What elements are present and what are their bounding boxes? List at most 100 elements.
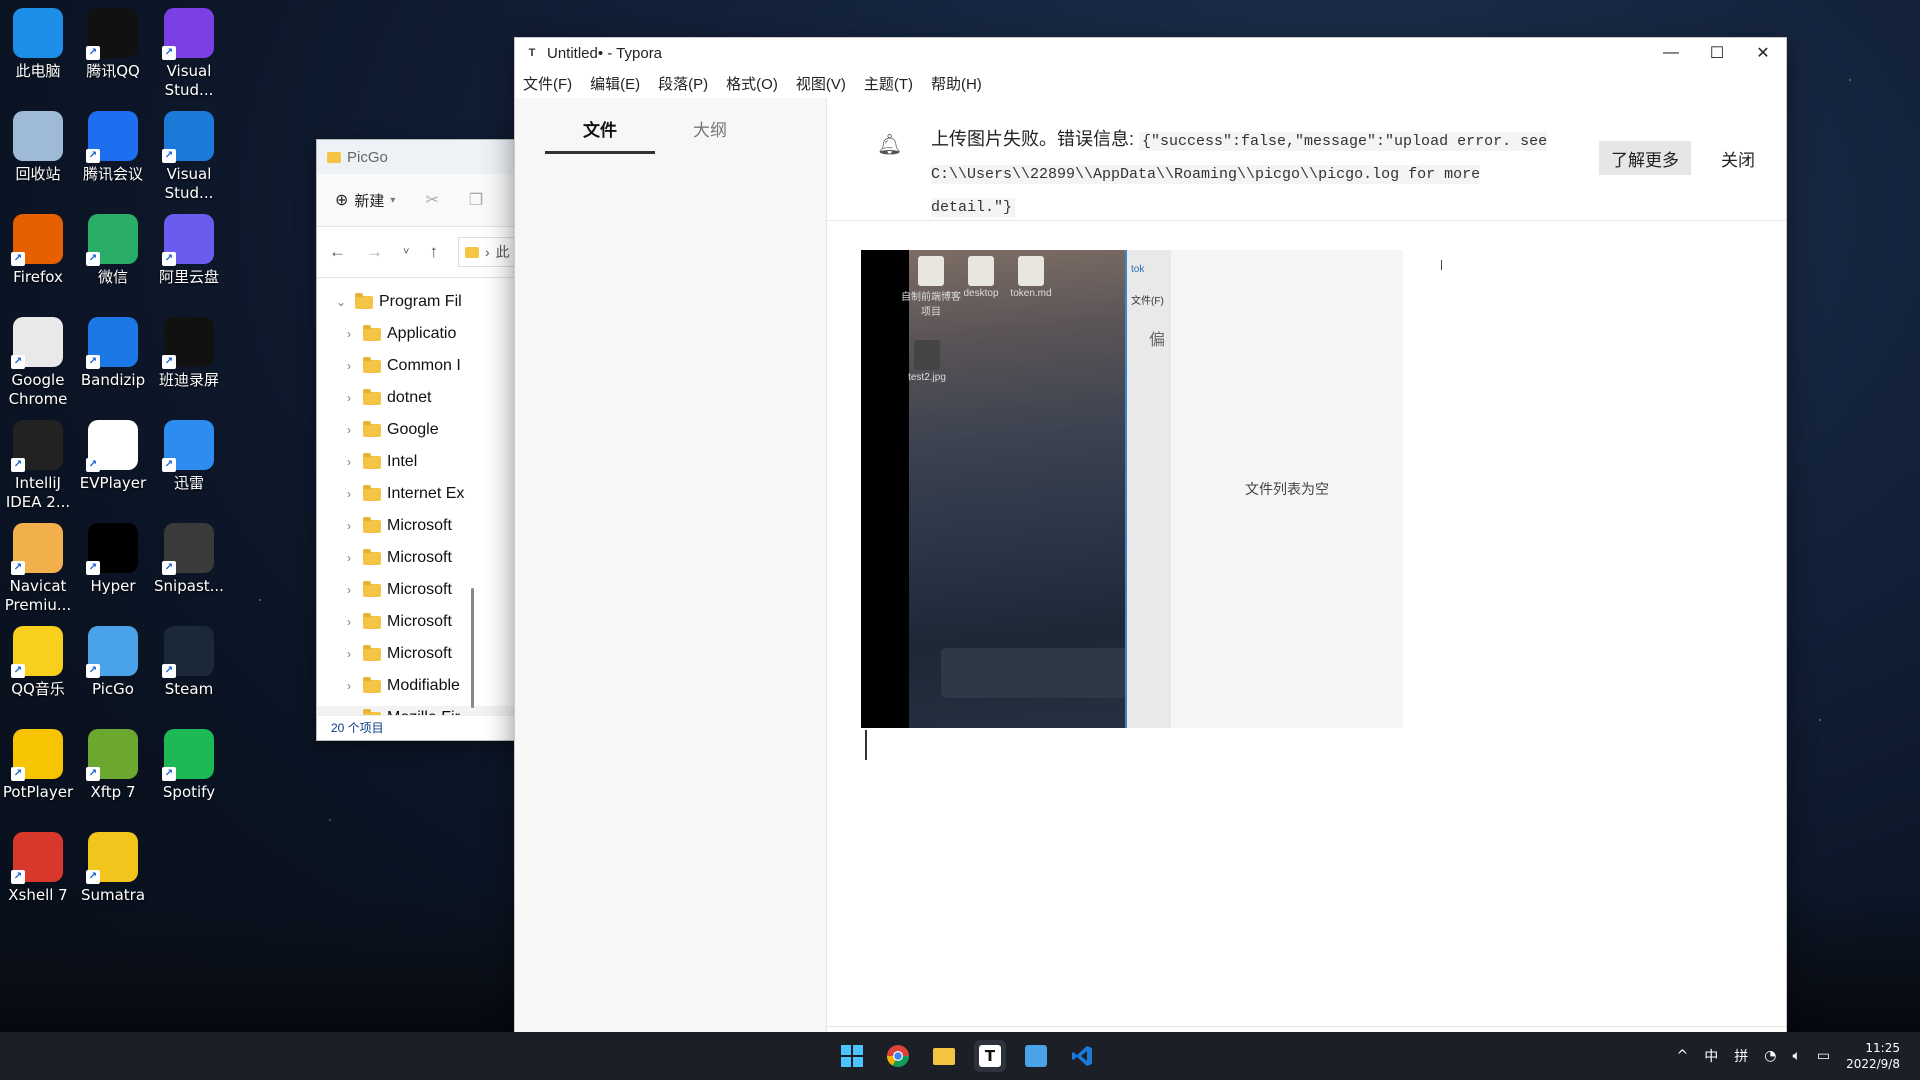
desktop-icon[interactable]: 回收站 xyxy=(2,111,74,184)
menu-item[interactable]: 编辑(E) xyxy=(590,73,640,94)
app-icon: ↗ xyxy=(11,214,63,266)
desktop-icon[interactable]: ↗ 阿里云盘 xyxy=(153,214,225,287)
taskbar: T ^ 中 拼 ◔ 🔈︎ ▭ 11:25 2022/9/8 xyxy=(0,1032,1920,1080)
chrome-icon[interactable] xyxy=(882,1040,914,1072)
explorer-titlebar[interactable]: PicGo xyxy=(317,140,517,174)
cut-icon[interactable]: ✂ xyxy=(425,190,438,210)
tree-item[interactable]: › Google xyxy=(317,414,517,446)
address-bar[interactable]: › 此 xyxy=(457,237,517,267)
chevron-right-icon[interactable]: › xyxy=(341,519,357,533)
desktop-icon[interactable]: ↗ Xshell 7 xyxy=(2,832,74,905)
chevron-right-icon[interactable]: › xyxy=(341,679,357,693)
desktop-icon[interactable]: ↗ Navicat Premiu... xyxy=(2,523,74,615)
tree-item[interactable]: › Microsoft xyxy=(317,638,517,670)
menu-item[interactable]: 视图(V) xyxy=(796,73,846,94)
desktop-icon[interactable]: ↗ 腾讯会议 xyxy=(77,111,149,184)
windows-start-icon[interactable] xyxy=(836,1040,868,1072)
desktop-icon[interactable]: ↗ 腾讯QQ xyxy=(77,8,149,81)
desktop-icon[interactable]: ↗ Spotify xyxy=(153,729,225,802)
typora-titlebar[interactable]: T Untitled• - Typora — ☐ ✕ xyxy=(515,38,1786,68)
desktop-icon[interactable]: ↗ 微信 xyxy=(77,214,149,287)
desktop-icon-label: Navicat Premiu... xyxy=(4,577,72,614)
desktop-icon[interactable]: 此电脑 xyxy=(2,8,74,81)
tree-item[interactable]: › dotnet xyxy=(317,382,517,414)
desktop-icon[interactable]: ↗ Visual Stud... xyxy=(153,111,225,203)
learn-more-button[interactable]: 了解更多 xyxy=(1599,141,1691,175)
chevron-right-icon[interactable]: › xyxy=(341,391,357,405)
notification-message: 上传图片失败。错误信息: {"success":false,"message":… xyxy=(931,124,1571,223)
chevron-right-icon[interactable]: › xyxy=(341,359,357,373)
close-notification-button[interactable]: 关闭 xyxy=(1713,141,1763,175)
embedded-screenshot-image[interactable]: 自制前端博客项目 desktop token.md test2.jpg tok xyxy=(861,250,1403,728)
menu-item[interactable]: 段落(P) xyxy=(658,73,708,94)
back-icon[interactable]: ← xyxy=(329,242,346,262)
desktop-icon[interactable]: ↗ Google Chrome xyxy=(2,317,74,409)
chevron-down-icon[interactable]: ⌄ xyxy=(333,295,349,309)
tree-item[interactable]: › Applicatio xyxy=(317,318,517,350)
desktop-icon[interactable]: ↗ IntelliJ IDEA 2... xyxy=(2,420,74,512)
folder-icon xyxy=(933,1047,955,1065)
tree-item[interactable]: ⌄ Program Fil xyxy=(317,286,517,318)
desktop-icon[interactable]: ↗ EVPlayer xyxy=(77,420,149,493)
picgo-taskbar-icon[interactable] xyxy=(1020,1040,1052,1072)
tab-files[interactable]: 文件 xyxy=(545,116,655,154)
desktop-icon[interactable]: ↗ Bandizip xyxy=(77,317,149,390)
desktop-icon[interactable]: ↗ Steam xyxy=(153,626,225,699)
file-explorer-window[interactable]: PicGo ⊕ 新建 ▾ ✂ ❐ ← → ˅ ↑ › 此 ⌄ Program Fi… xyxy=(316,139,518,741)
desktop-icon[interactable]: ↗ Sumatra xyxy=(77,832,149,905)
up-icon[interactable]: ↑ xyxy=(429,242,438,262)
ime-indicator[interactable]: 拼 xyxy=(1734,1046,1748,1066)
volume-icon[interactable]: 🔈︎ xyxy=(1792,1048,1800,1064)
tree-item[interactable]: › Microsoft xyxy=(317,606,517,638)
desktop-icon[interactable]: ↗ PicGo xyxy=(77,626,149,699)
chevron-right-icon[interactable]: › xyxy=(341,487,357,501)
typora-taskbar-icon[interactable]: T xyxy=(974,1040,1006,1072)
desktop-icon[interactable]: ↗ Visual Stud... xyxy=(153,8,225,100)
desktop-icon[interactable]: ↗ 班迪录屏 xyxy=(153,317,225,390)
forward-icon[interactable]: → xyxy=(366,242,383,262)
desktop-icon[interactable]: ↗ Xftp 7 xyxy=(77,729,149,802)
ime-mode[interactable]: 中 xyxy=(1704,1046,1718,1066)
tree-item[interactable]: › Modifiable xyxy=(317,670,517,702)
editor-area[interactable]: 🔔︎ 上传图片失败。错误信息: {"success":false,"messag… xyxy=(827,98,1786,1033)
maximize-icon[interactable]: ☐ xyxy=(1694,38,1740,68)
menu-item[interactable]: 帮助(H) xyxy=(931,73,982,94)
new-button[interactable]: ⊕ 新建 ▾ xyxy=(335,190,395,211)
tree-item[interactable]: › Microsoft xyxy=(317,574,517,606)
vscode-taskbar-icon[interactable] xyxy=(1066,1040,1098,1072)
wifi-icon[interactable]: ◔ xyxy=(1764,1048,1776,1064)
tree-item[interactable]: › Internet Ex xyxy=(317,478,517,510)
clock[interactable]: 11:25 2022/9/8 xyxy=(1846,1040,1900,1072)
chevron-right-icon[interactable]: › xyxy=(341,423,357,437)
copy-icon[interactable]: ❐ xyxy=(469,190,483,210)
desktop-icon[interactable]: ↗ Snipast... xyxy=(153,523,225,596)
chevron-right-icon[interactable]: › xyxy=(341,551,357,565)
chevron-right-icon[interactable]: › xyxy=(341,647,357,661)
tree-item[interactable]: › Microsoft xyxy=(317,542,517,574)
chevron-right-icon[interactable]: › xyxy=(341,327,357,341)
menu-item[interactable]: 文件(F) xyxy=(523,73,572,94)
tab-outline[interactable]: 大纲 xyxy=(655,116,765,154)
recent-chevron-icon[interactable]: ˅ xyxy=(403,246,409,258)
chevron-right-icon[interactable]: › xyxy=(341,615,357,629)
menu-item[interactable]: 格式(O) xyxy=(726,73,778,94)
desktop-icon[interactable]: ↗ Hyper xyxy=(77,523,149,596)
tree-scrollbar[interactable] xyxy=(471,588,474,708)
file-explorer-icon[interactable] xyxy=(928,1040,960,1072)
chevron-up-icon[interactable]: ^ xyxy=(1677,1048,1689,1064)
image-black-edge xyxy=(861,250,909,728)
typora-window[interactable]: T Untitled• - Typora — ☐ ✕ 文件(F) 编辑(E) 段落(… xyxy=(514,37,1787,1034)
chevron-right-icon[interactable]: › xyxy=(341,455,357,469)
battery-icon[interactable]: ▭ xyxy=(1817,1048,1830,1064)
desktop-icon[interactable]: ↗ QQ音乐 xyxy=(2,626,74,699)
desktop-icon[interactable]: ↗ Firefox xyxy=(2,214,74,287)
tree-item[interactable]: › Microsoft xyxy=(317,510,517,542)
tree-item[interactable]: › Common I xyxy=(317,350,517,382)
desktop-icon[interactable]: ↗ PotPlayer xyxy=(2,729,74,802)
chevron-right-icon[interactable]: › xyxy=(341,583,357,597)
close-icon[interactable]: ✕ xyxy=(1740,38,1786,68)
menu-item[interactable]: 主题(T) xyxy=(864,73,913,94)
desktop-icon[interactable]: ↗ 迅雷 xyxy=(153,420,225,493)
minimize-icon[interactable]: — xyxy=(1648,38,1694,68)
tree-item[interactable]: › Intel xyxy=(317,446,517,478)
